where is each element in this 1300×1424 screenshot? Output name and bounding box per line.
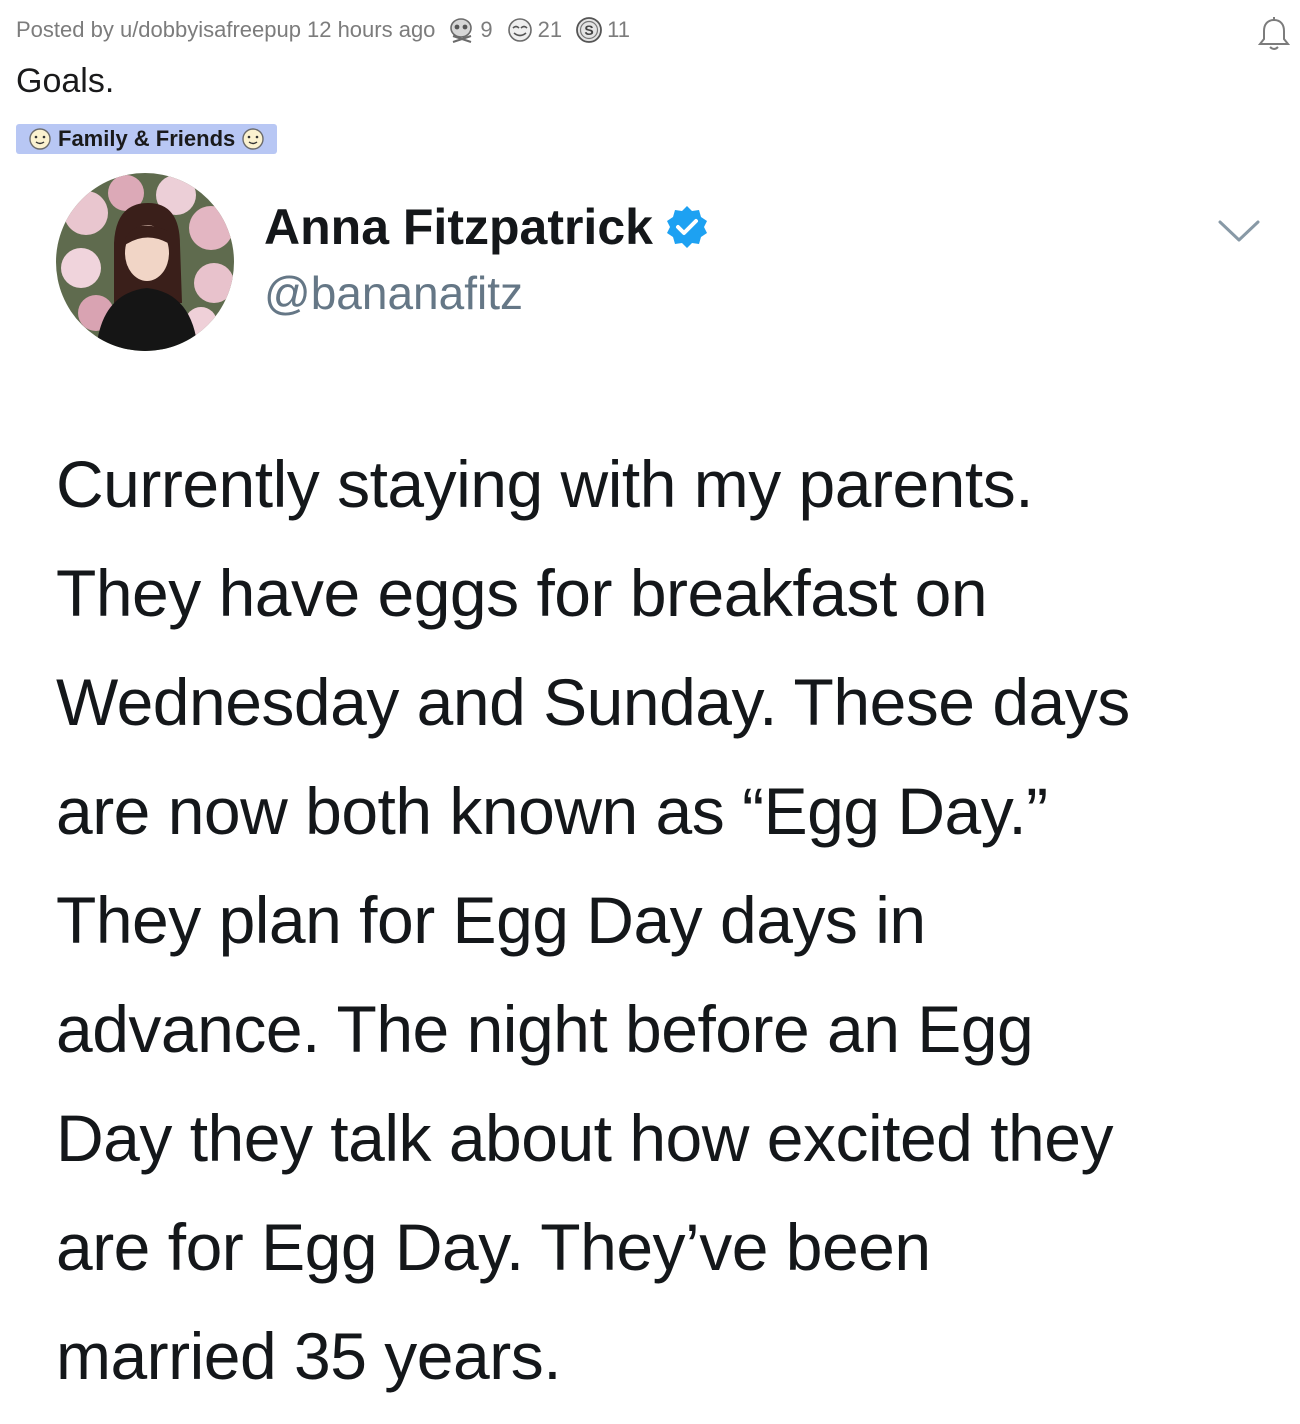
tweet-display-name[interactable]: Anna Fitzpatrick bbox=[264, 198, 711, 256]
award-skull[interactable]: 9 bbox=[447, 17, 493, 43]
tweet-text-line: They plan for Egg Day days in bbox=[56, 883, 926, 957]
tweet-handle[interactable]: @bananafitz bbox=[264, 266, 523, 320]
tweet-text-line: Wednesday and Sunday. These days bbox=[56, 665, 1130, 739]
tweet-text-line: are now both known as “Egg Day.” bbox=[56, 774, 1048, 848]
award-face[interactable]: 21 bbox=[505, 17, 562, 43]
silver-coin-icon: S bbox=[576, 17, 603, 43]
award-face-count: 21 bbox=[537, 17, 563, 42]
tweet-text-line: Currently staying with my parents. bbox=[56, 447, 1034, 521]
tweet-text-line: Day they talk about how excited they bbox=[56, 1101, 1113, 1175]
tweet-text-line: advance. The night before an Egg bbox=[56, 992, 1034, 1066]
verified-badge-icon bbox=[666, 206, 707, 248]
flair-label: Family & Friends bbox=[58, 126, 236, 151]
post-time: 12 hours ago bbox=[306, 17, 436, 42]
post-title[interactable]: Goals. bbox=[16, 62, 114, 101]
skull-award-icon bbox=[450, 18, 473, 43]
award-silver[interactable]: S 11 bbox=[574, 16, 630, 44]
award-skull-count: 9 bbox=[480, 17, 493, 42]
flair-face-icon bbox=[29, 128, 51, 150]
post-author-line[interactable]: Posted by u/dobbyisafreepup bbox=[16, 17, 301, 43]
award-silver-count: 11 bbox=[607, 17, 630, 42]
tweet-text-line: married 35 years. bbox=[56, 1319, 562, 1393]
tweet-text-line: They have eggs for breakfast on bbox=[56, 556, 988, 630]
avatar bbox=[56, 173, 234, 351]
tweet-text: Currently staying with my parents. They … bbox=[56, 430, 1286, 1411]
chevron-down-icon[interactable] bbox=[1214, 216, 1264, 246]
post-meta: Posted by u/dobbyisafreepup 12 hours ago… bbox=[16, 14, 630, 46]
post-flair[interactable]: Family & Friends bbox=[16, 124, 278, 154]
bell-icon[interactable] bbox=[1254, 14, 1294, 54]
tweet-author-name: Anna Fitzpatrick bbox=[264, 199, 653, 255]
flair-face-icon bbox=[242, 128, 264, 150]
tweet-text-line: are for Egg Day. They’ve been bbox=[56, 1210, 931, 1284]
tweet-screenshot: Anna Fitzpatrick @bananafitz Currently s… bbox=[0, 168, 1300, 1424]
svg-text:S: S bbox=[584, 22, 593, 38]
face-award-icon bbox=[507, 18, 532, 42]
